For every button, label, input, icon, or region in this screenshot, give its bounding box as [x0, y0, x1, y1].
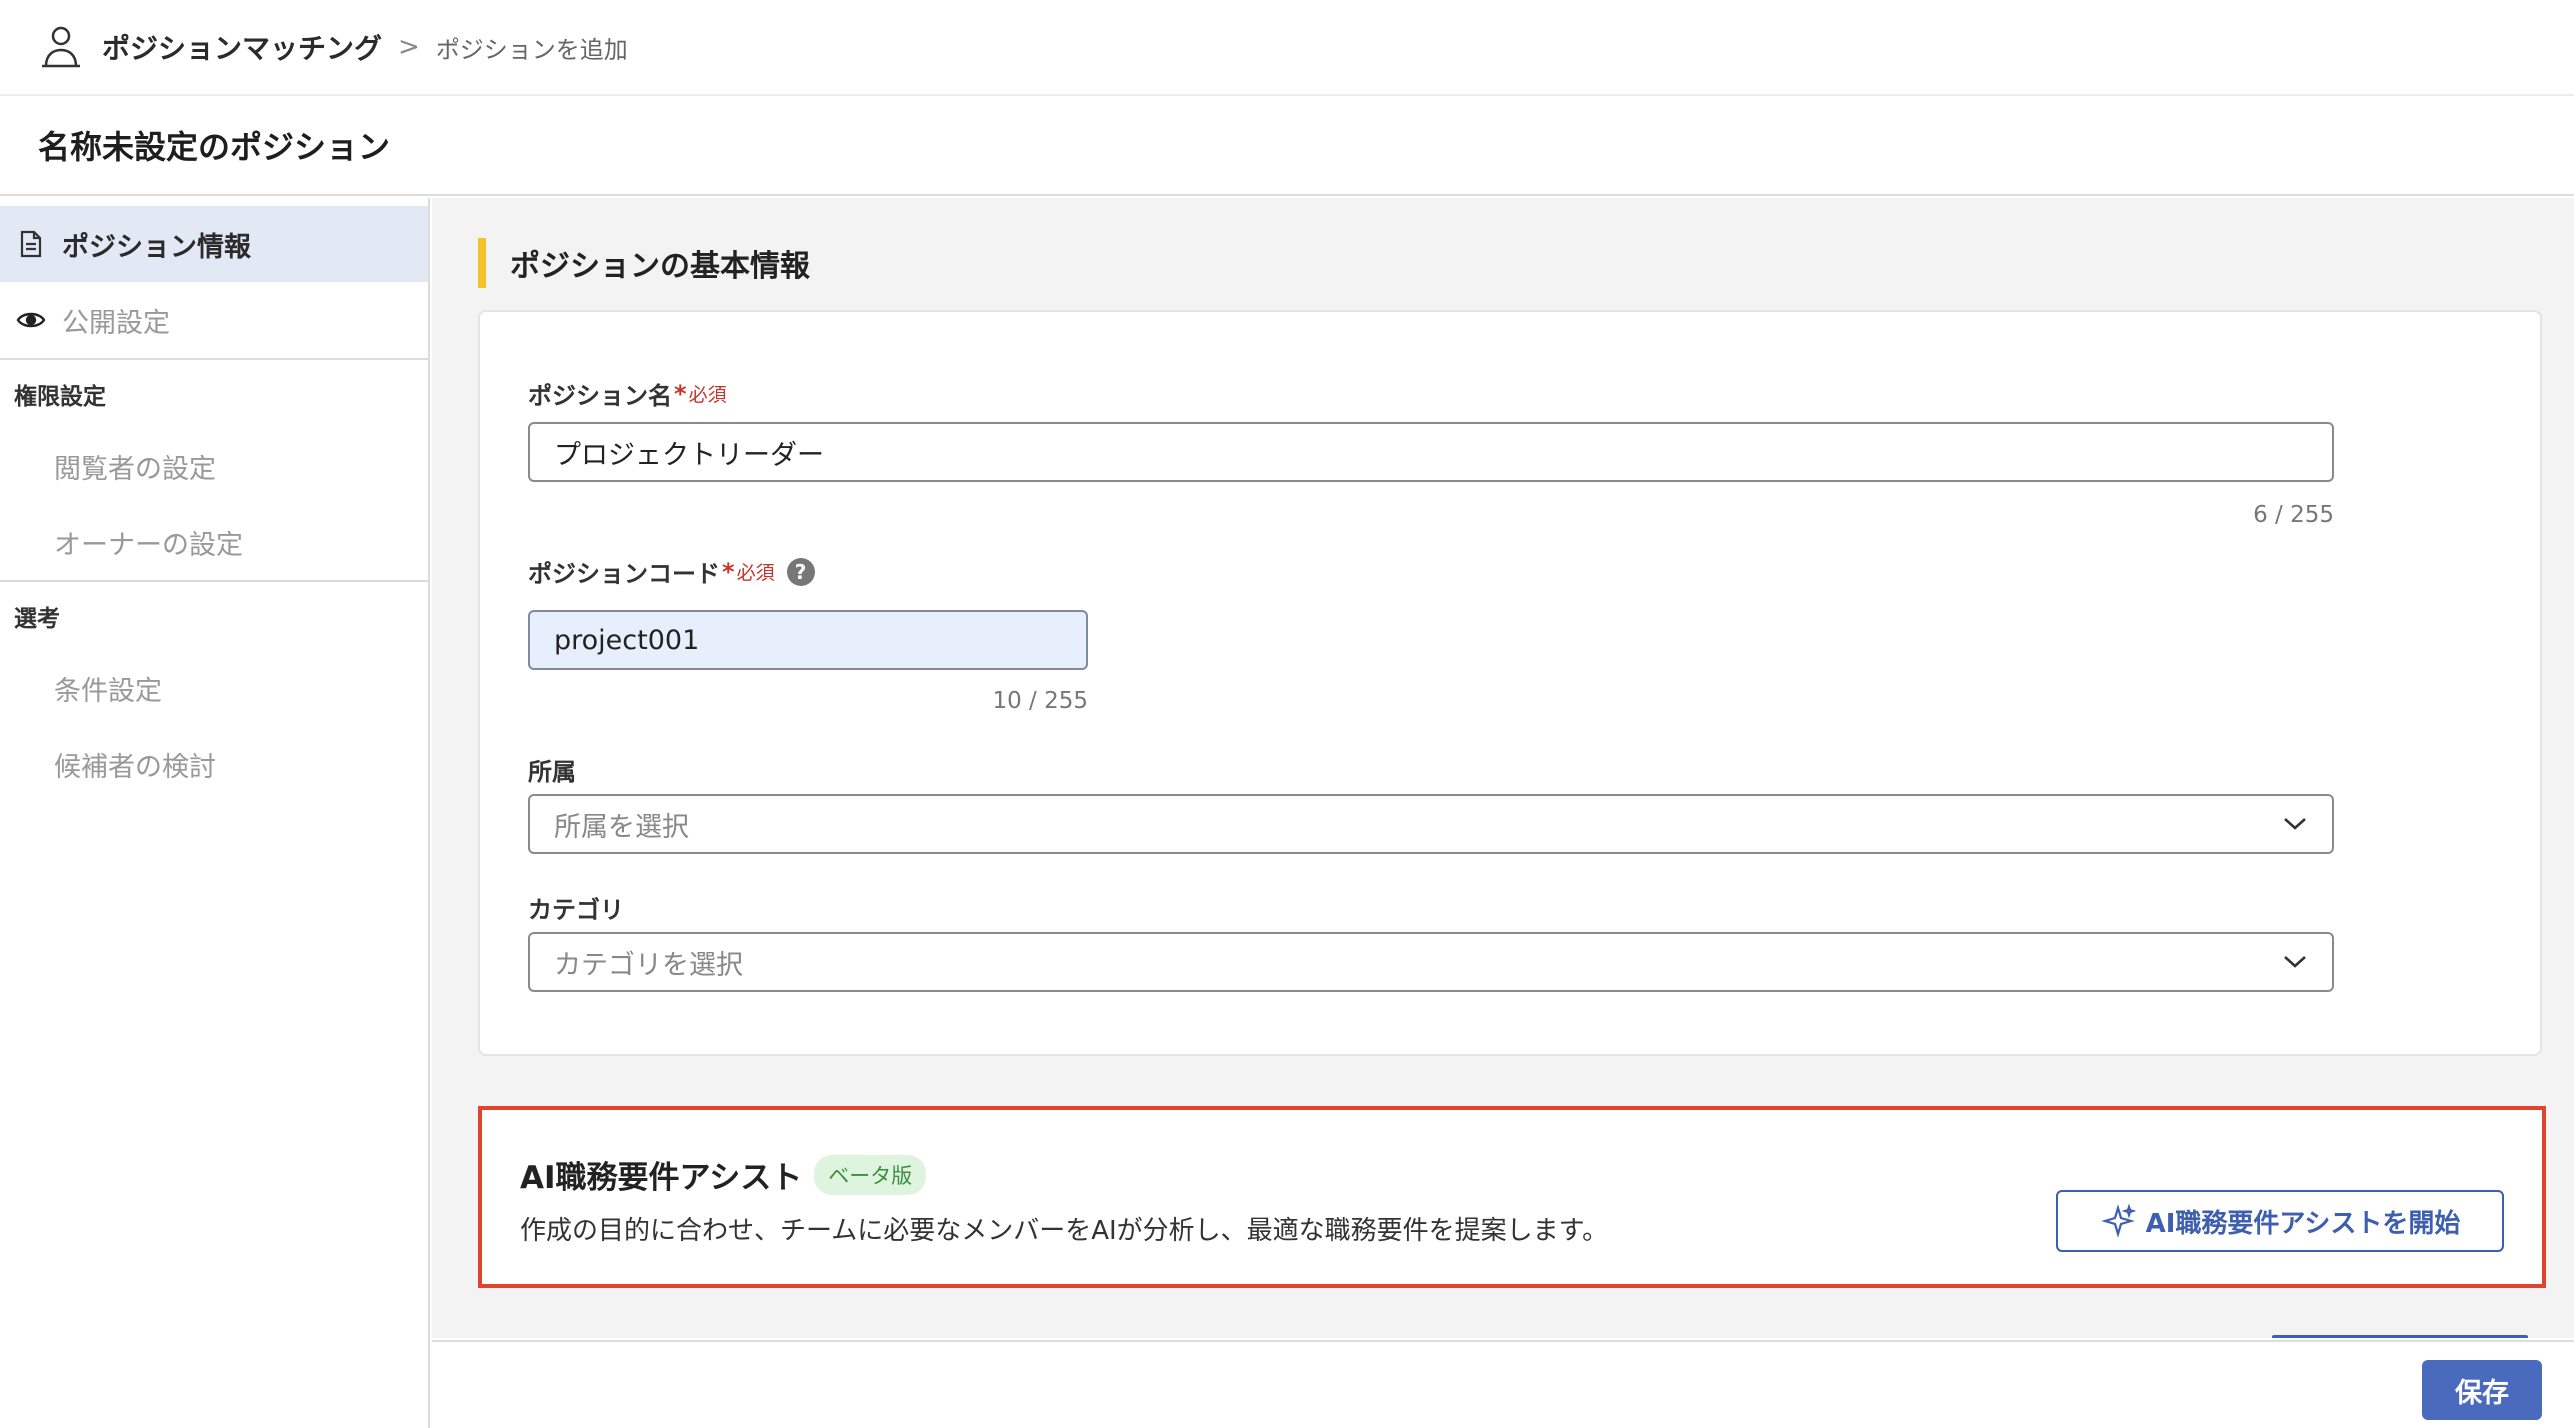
position-code-counter: 10 / 255 [992, 688, 1088, 714]
field-label-text: ポジションコード [528, 560, 720, 588]
ai-assist-title: AI職務要件アシスト [520, 1160, 803, 1196]
section-title: ポジションの基本情報 [478, 238, 810, 288]
sidebar-group-permissions: 権限設定 [14, 384, 106, 410]
sidebar-item-condition-settings[interactable]: 条件設定 [0, 650, 428, 726]
footer-bar: 保存 [432, 1340, 2574, 1428]
affiliation-select[interactable]: 所属を選択 [528, 794, 2334, 854]
required-text: 必須 [688, 384, 727, 406]
start-ai-assist-label: AI職務要件アシストを開始 [2145, 1208, 2461, 1239]
category-label: カテゴリ [528, 890, 624, 925]
ai-assist-panel: AI職務要件アシスト ベータ版 作成の目的に合わせ、チームに必要なメンバーをAI… [478, 1106, 2546, 1288]
required-mark: * [674, 379, 687, 408]
ai-assist-description: 作成の目的に合わせ、チームに必要なメンバーをAIが分析し、最適な職務要件を提案し… [520, 1216, 1609, 1246]
position-code-label: ポジションコード * 必須 ? [528, 554, 815, 589]
field-label-text: ポジション名 [528, 382, 672, 410]
required-text: 必須 [736, 562, 775, 584]
basic-info-card: ポジション名 * 必須 プロジェクトリーダー 6 / 255 ポジションコード … [478, 310, 2542, 1056]
breadcrumb-current: ポジションを追加 [435, 35, 628, 64]
field-label-text: 所属 [528, 758, 576, 786]
position-code-input[interactable]: project001 [528, 610, 1088, 670]
sidebar-item-owner-settings[interactable]: オーナーの設定 [0, 504, 428, 580]
person-app-icon[interactable] [36, 22, 86, 72]
top-bar: ポジションマッチング > ポジションを追加 [0, 0, 2574, 96]
help-icon[interactable]: ? [786, 557, 815, 586]
eye-icon [16, 305, 46, 335]
beta-badge: ベータ版 [814, 1154, 927, 1195]
document-icon [16, 229, 46, 259]
page-title: 名称未設定のポジション [38, 128, 391, 166]
next-section-button-edge [2272, 1335, 2528, 1338]
sidebar-item-label: ポジション情報 [62, 231, 251, 263]
chevron-down-icon [2284, 956, 2306, 968]
sidebar-item-candidate-review[interactable]: 候補者の検討 [0, 726, 428, 802]
sidebar: ポジション情報 公開設定 権限設定 閲覧者の設定 オーナーの設定 選考 条件設定… [0, 198, 430, 1428]
start-ai-assist-button[interactable]: AI職務要件アシストを開始 [2056, 1190, 2504, 1252]
ai-assist-title-row: AI職務要件アシスト ベータ版 [520, 1152, 927, 1197]
main-content[interactable]: ポジションの基本情報 ポジション名 * 必須 プロジェクトリーダー 6 / 25… [432, 198, 2574, 1338]
category-placeholder: カテゴリを選択 [554, 949, 743, 981]
app-name-link[interactable]: ポジションマッチング [102, 27, 382, 67]
field-label-text: カテゴリ [528, 896, 624, 924]
category-select[interactable]: カテゴリを選択 [528, 932, 2334, 992]
sparkle-icon [2100, 1203, 2136, 1238]
breadcrumb-separator: > [398, 32, 420, 62]
page-title-bar: 名称未設定のポジション [0, 96, 2574, 196]
position-name-input[interactable]: プロジェクトリーダー [528, 422, 2334, 482]
save-button[interactable]: 保存 [2422, 1360, 2542, 1420]
affiliation-placeholder: 所属を選択 [554, 811, 689, 843]
sidebar-group-selection: 選考 [14, 606, 60, 632]
sidebar-item-publish-settings[interactable]: 公開設定 [0, 282, 428, 358]
position-name-label: ポジション名 * 必須 [528, 376, 727, 411]
chevron-down-icon [2284, 818, 2306, 830]
sidebar-item-viewer-settings[interactable]: 閲覧者の設定 [0, 428, 428, 504]
sidebar-item-label: 公開設定 [62, 307, 170, 339]
sidebar-item-position-info[interactable]: ポジション情報 [0, 206, 428, 282]
affiliation-label: 所属 [528, 752, 576, 787]
position-name-counter: 6 / 255 [2253, 502, 2334, 528]
required-mark: * [722, 557, 735, 586]
